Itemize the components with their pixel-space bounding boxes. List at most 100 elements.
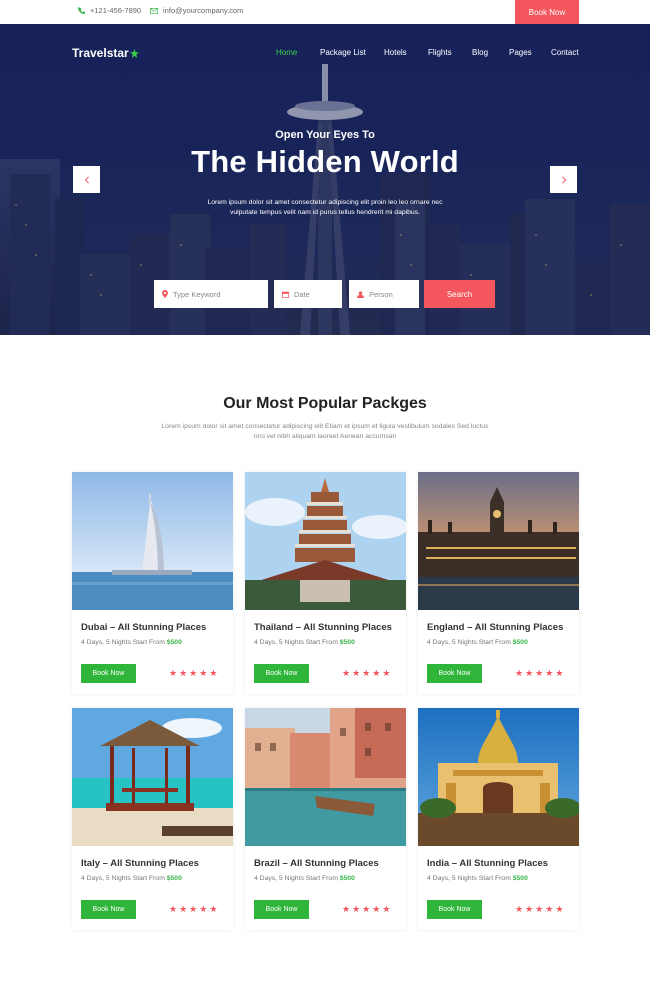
thailand-photo [245, 472, 406, 610]
star-icon: ★ [352, 668, 361, 678]
package-title[interactable]: England – All Stunning Places [427, 622, 563, 633]
nav-item-home[interactable]: Home [276, 48, 297, 57]
package-duration: 4 Days, 5 Nights Start From $500 [254, 639, 355, 646]
star-icon: ★ [179, 668, 188, 678]
star-icon: ★ [545, 904, 554, 914]
keyword-input[interactable] [173, 289, 258, 299]
star-icon: ★ [199, 904, 208, 914]
nav-item-blog[interactable]: Blog [472, 48, 488, 57]
calendar-icon [282, 291, 289, 298]
package-price: $500 [166, 875, 182, 882]
phone-number: +121-456-7890 [90, 6, 142, 15]
star-icon: ★ [525, 904, 534, 914]
email-address: info@yourcompany.com [163, 6, 244, 15]
envelope-icon [150, 7, 158, 14]
star-icon: ★ [515, 668, 524, 678]
nav-item-contact[interactable]: Contact [551, 48, 579, 57]
package-duration: 4 Days, 5 Nights Start From $500 [427, 639, 528, 646]
star-icon: ★ [342, 904, 351, 914]
top-book-now-button[interactable]: Book Now [515, 0, 579, 24]
package-card-dubai[interactable]: Dubai – All Stunning Places 4 Days, 5 Ni… [72, 472, 233, 694]
nav-item-pages[interactable]: Pages [509, 48, 532, 57]
star-icon: ★ [169, 668, 178, 678]
nav-item-flights[interactable]: Flights [428, 48, 452, 57]
star-icon: ★ [555, 904, 564, 914]
star-icon: ★ [372, 904, 381, 914]
rating-stars: ★ ★ ★ ★ ★ [515, 669, 563, 678]
package-price: $500 [512, 875, 528, 882]
star-icon: ★ [169, 904, 178, 914]
popular-section-title: Our Most Popular Packges [223, 395, 427, 412]
brazil-photo [245, 708, 406, 846]
star-icon: ★ [535, 668, 544, 678]
dubai-photo [72, 472, 233, 610]
slider-next-button[interactable] [550, 166, 577, 193]
package-title[interactable]: Thailand – All Stunning Places [254, 622, 392, 633]
date-field[interactable] [274, 280, 342, 308]
book-now-button[interactable]: Book Now [254, 664, 309, 683]
search-button[interactable]: Search [424, 280, 495, 308]
package-title[interactable]: India – All Stunning Places [427, 858, 548, 869]
package-duration: 4 Days, 5 Nights Start From $500 [427, 875, 528, 882]
package-card-england[interactable]: England – All Stunning Places 4 Days, 5 … [418, 472, 579, 694]
hero-description: Lorem ipsum dolor sit amet consectetur a… [207, 199, 443, 216]
package-title[interactable]: Brazil – All Stunning Places [254, 858, 379, 869]
italy-photo [72, 708, 233, 846]
star-icon: ★ [362, 668, 371, 678]
book-now-button[interactable]: Book Now [254, 900, 309, 919]
package-card-india[interactable]: India – All Stunning Places 4 Days, 5 Ni… [418, 708, 579, 930]
rating-stars: ★ ★ ★ ★ ★ [342, 905, 390, 914]
package-price: $500 [512, 639, 528, 646]
rating-stars: ★ ★ ★ ★ ★ [169, 669, 217, 678]
date-input[interactable] [294, 289, 342, 299]
package-duration: 4 Days, 5 Nights Start From $500 [254, 875, 355, 882]
book-now-button[interactable]: Book Now [427, 900, 482, 919]
england-photo [418, 472, 579, 610]
star-icon: ★ [372, 668, 381, 678]
package-card-italy[interactable]: Italy – All Stunning Places 4 Days, 5 Ni… [72, 708, 233, 930]
rating-stars: ★ ★ ★ ★ ★ [515, 905, 563, 914]
star-icon: ★ [179, 904, 188, 914]
star-icon: ★ [382, 904, 391, 914]
phone-contact[interactable]: +121-456-7890 [78, 6, 141, 15]
star-icon: ★ [189, 904, 198, 914]
star-icon: ★ [555, 668, 564, 678]
person-field[interactable] [349, 280, 419, 308]
package-duration: 4 Days, 5 Nights Start From $500 [81, 875, 182, 882]
package-card-brazil[interactable]: Brazil – All Stunning Places 4 Days, 5 N… [245, 708, 406, 930]
nav-item-package-list[interactable]: Package List [320, 48, 366, 57]
email-contact[interactable]: info@yourcompany.com [150, 6, 243, 15]
rating-stars: ★ ★ ★ ★ ★ [169, 905, 217, 914]
top-bar: +121-456-7890 info@yourcompany.com Book … [0, 0, 650, 24]
book-now-button[interactable]: Book Now [427, 664, 482, 683]
hero-subtitle: Open Your Eyes To [275, 129, 375, 141]
star-icon: ★ [515, 904, 524, 914]
slider-prev-button[interactable] [73, 166, 100, 193]
package-card-thailand[interactable]: Thailand – All Stunning Places 4 Days, 5… [245, 472, 406, 694]
package-price: $500 [166, 639, 182, 646]
nav-item-hotels[interactable]: Hotels [384, 48, 407, 57]
map-pin-icon [162, 290, 168, 298]
star-icon: ★ [352, 904, 361, 914]
star-icon: ★ [199, 668, 208, 678]
person-input[interactable] [369, 289, 419, 299]
star-icon: ★ [189, 668, 198, 678]
book-now-button[interactable]: Book Now [81, 900, 136, 919]
star-icon: ★ [209, 668, 218, 678]
star-icon: ★ [382, 668, 391, 678]
chevron-right-icon [561, 175, 566, 184]
keyword-field[interactable] [154, 280, 268, 308]
star-icon: ★ [209, 904, 218, 914]
package-duration: 4 Days, 5 Nights Start From $500 [81, 639, 182, 646]
star-icon: ★ [525, 668, 534, 678]
package-title[interactable]: Italy – All Stunning Places [81, 858, 199, 869]
star-icon: ★ [545, 668, 554, 678]
package-title[interactable]: Dubai – All Stunning Places [81, 622, 206, 633]
hero-banner: Travelstar Home Package List Hotels Flig… [0, 24, 650, 335]
star-icon: ★ [342, 668, 351, 678]
phone-icon [78, 7, 85, 14]
book-now-button[interactable]: Book Now [81, 664, 136, 683]
main-nav: Home Package List Hotels Flights Blog Pa… [0, 48, 650, 68]
rating-stars: ★ ★ ★ ★ ★ [342, 669, 390, 678]
india-photo [418, 708, 579, 846]
